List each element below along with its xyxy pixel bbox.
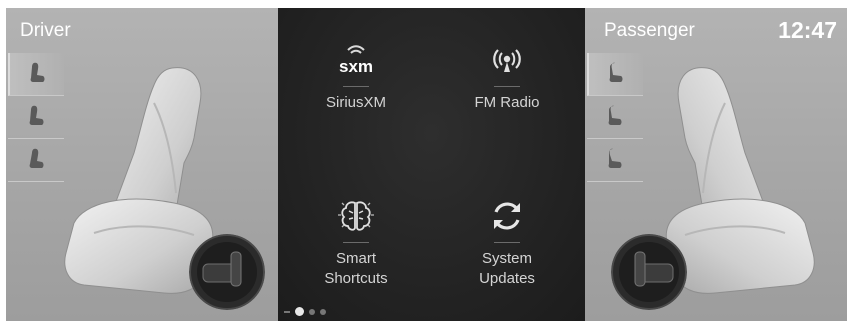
infotainment-screen: Driver sxm SiriusXM FM Radio Smart Short… xyxy=(6,8,847,321)
app-label-smart-shortcuts: Smart Shortcuts xyxy=(281,249,431,289)
app-tile-fm-radio[interactable]: FM Radio xyxy=(432,38,582,113)
siriusxm-icon: sxm xyxy=(281,38,431,82)
passenger-seat-control-knob[interactable] xyxy=(611,234,687,310)
seat-icon xyxy=(609,62,623,82)
sxm-logo-text: sxm xyxy=(339,57,373,76)
driver-title: Driver xyxy=(20,20,71,41)
seat-icon xyxy=(608,105,622,125)
seat-icon xyxy=(29,148,44,168)
app-label-line2: Shortcuts xyxy=(324,270,388,287)
radio-broadcast-icon xyxy=(432,38,582,82)
page-dot-active[interactable] xyxy=(295,307,304,316)
driver-seat-control-knob[interactable] xyxy=(189,234,265,310)
passenger-seat-selector xyxy=(587,53,643,182)
passenger-seat-option-2[interactable] xyxy=(587,96,643,139)
app-label-line1: System xyxy=(481,250,532,267)
page-dot[interactable] xyxy=(320,308,326,315)
app-launcher: sxm SiriusXM FM Radio Smart Shortcuts Sy… xyxy=(278,8,585,321)
page-indicator-dash xyxy=(284,310,290,313)
seat-icon xyxy=(608,148,622,168)
passenger-seat-panel[interactable]: Passenger 12:47 xyxy=(585,8,847,321)
seat-icon xyxy=(29,105,44,125)
app-tile-smart-shortcuts[interactable]: Smart Shortcuts xyxy=(281,194,431,289)
passenger-seat-option-1[interactable] xyxy=(587,53,643,96)
page-dot[interactable] xyxy=(309,308,315,315)
app-label-line2: Updates xyxy=(479,270,535,287)
clock: 12:47 xyxy=(778,17,837,43)
page-indicator[interactable] xyxy=(284,307,326,316)
app-label-siriusxm: SiriusXM xyxy=(325,94,386,111)
app-label-system-updates: System Updates xyxy=(432,249,582,289)
brain-icon xyxy=(281,194,431,238)
app-label-fm-radio: FM Radio xyxy=(474,94,540,111)
app-label-line1: Smart xyxy=(335,250,376,267)
refresh-icon xyxy=(432,194,582,238)
app-tile-siriusxm[interactable]: sxm SiriusXM xyxy=(281,38,431,113)
passenger-seat-option-3[interactable] xyxy=(587,139,643,182)
passenger-title: Passenger xyxy=(604,20,695,41)
app-tile-system-updates[interactable]: System Updates xyxy=(432,194,582,289)
seat-icon xyxy=(30,62,45,82)
driver-seat-panel[interactable]: Driver xyxy=(6,8,278,321)
